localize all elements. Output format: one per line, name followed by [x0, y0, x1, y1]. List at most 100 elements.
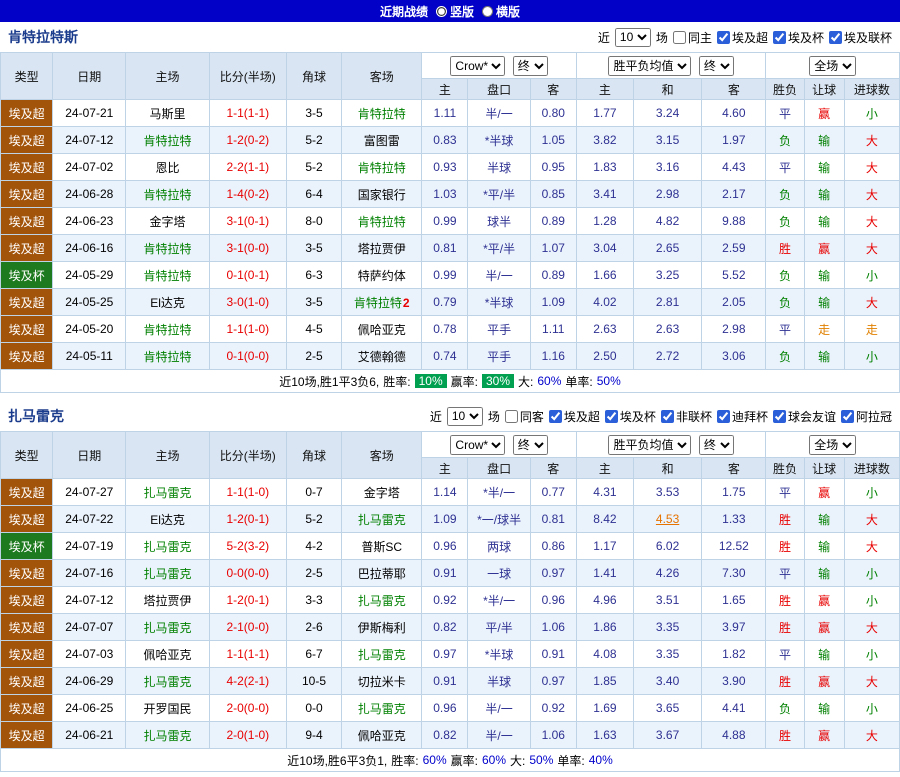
away-team[interactable]: 肯特拉特	[341, 99, 423, 127]
scope-select[interactable]: 全场	[809, 55, 857, 76]
near-label: 近	[429, 409, 442, 424]
odds-home: 0.91	[421, 667, 469, 695]
away-team[interactable]: 佩哈亚克	[341, 315, 423, 343]
odds-source-select[interactable]: Crow*	[450, 434, 506, 455]
home-team[interactable]: 扎马雷克	[125, 613, 210, 641]
home-team[interactable]: 扎马雷克	[125, 478, 210, 506]
home-team[interactable]: 扎马雷克	[125, 721, 210, 749]
odds-away: 1.06	[529, 721, 577, 749]
goals-result: 大	[843, 532, 900, 560]
odds-away: 0.95	[529, 153, 577, 181]
league-checkbox[interactable]	[772, 30, 786, 44]
layout-option-horizontal[interactable]: 横版	[482, 3, 520, 20]
away-team[interactable]: 普斯SC	[341, 532, 423, 560]
avg-source-select[interactable]: 胜平负均值	[608, 434, 692, 455]
match-count-select[interactable]: 10	[614, 27, 651, 47]
same-venue-filter[interactable]: 同主	[672, 29, 712, 46]
odds-home: 0.82	[421, 613, 469, 641]
league-filter[interactable]: 非联杯	[660, 408, 712, 425]
home-team[interactable]: 肯特拉特	[125, 315, 210, 343]
result: 负	[765, 180, 805, 208]
same-venue-checkbox[interactable]	[504, 409, 518, 423]
avg-time-select[interactable]: 终	[698, 434, 734, 455]
layout-option-vertical[interactable]: 竖版	[435, 3, 474, 20]
corner: 0-7	[285, 478, 343, 506]
league-checkbox[interactable]	[772, 409, 786, 423]
odds-time-select[interactable]: 终	[512, 434, 548, 455]
avg-draw: 2.65	[632, 234, 703, 262]
vertical-radio[interactable]	[435, 5, 447, 17]
home-team[interactable]: 肯特拉特	[125, 342, 210, 370]
league-checkbox[interactable]	[716, 30, 730, 44]
avg-time-select[interactable]: 终	[698, 55, 734, 76]
score: 1-1(1-0)	[208, 478, 287, 506]
away-team[interactable]: 佩哈亚克	[341, 721, 423, 749]
odds-time-select[interactable]: 终	[512, 55, 548, 76]
league-filter[interactable]: 埃及杯	[772, 29, 824, 46]
home-team[interactable]: 扎马雷克	[125, 559, 210, 587]
away-team[interactable]: 艾德翰德	[341, 342, 423, 370]
big-rate-value: 60%	[537, 374, 562, 388]
league-checkbox[interactable]	[716, 409, 730, 423]
away-team[interactable]: 肯特拉特	[341, 153, 423, 181]
away-team[interactable]: 金字塔	[341, 478, 423, 506]
league-checkbox[interactable]	[828, 30, 842, 44]
home-team[interactable]: 马斯里	[125, 99, 210, 127]
odds-away: 1.07	[529, 234, 577, 262]
league-filter[interactable]: 球会友谊	[772, 408, 836, 425]
away-team[interactable]: 肯特拉特2	[341, 288, 423, 316]
away-team[interactable]: 扎马雷克	[341, 640, 423, 668]
avg-away: 5.52	[701, 261, 767, 289]
away-team[interactable]: 伊斯梅利	[341, 613, 423, 641]
home-team[interactable]: 塔拉贾伊	[125, 586, 210, 614]
away-team[interactable]: 肯特拉特	[341, 207, 423, 235]
league-filter[interactable]: 埃及联杯	[828, 29, 892, 46]
home-team[interactable]: 扎马雷克	[125, 667, 210, 695]
scope-select[interactable]: 全场	[809, 434, 857, 455]
match-count-select[interactable]: 10	[446, 406, 483, 426]
home-team[interactable]: 肯特拉特	[125, 126, 210, 154]
team2-filters: 近 10 场 同客 埃及超 埃及杯 非联杯 迪拜杯 球会友谊 阿拉冠	[429, 406, 892, 426]
league-checkbox[interactable]	[604, 409, 618, 423]
avg-source-select[interactable]: 胜平负均值	[608, 55, 692, 76]
goals-result: 小	[843, 694, 900, 722]
same-venue-filter[interactable]: 同客	[504, 408, 544, 425]
odds-handicap: 平手	[467, 315, 531, 343]
away-team[interactable]: 扎马雷克	[341, 694, 423, 722]
horizontal-radio[interactable]	[482, 5, 493, 17]
league-checkbox-label: 埃及杯	[787, 30, 824, 45]
away-team[interactable]: 特萨约体	[341, 261, 423, 289]
odds-home: 0.83	[421, 126, 469, 154]
same-venue-checkbox[interactable]	[672, 30, 686, 44]
league-filter[interactable]: 迪拜杯	[716, 408, 768, 425]
away-team[interactable]: 扎马雷克	[341, 586, 423, 614]
home-team[interactable]: 肯特拉特	[125, 261, 210, 289]
avg-away: 3.97	[701, 613, 767, 641]
home-team[interactable]: 扎马雷克	[125, 532, 210, 560]
match-row: 埃及超 24-06-16 肯特拉特 3-1(0-0) 3-5 塔拉贾伊 0.81 *平/半 1.…	[0, 234, 900, 262]
home-team[interactable]: 肯特拉特	[125, 234, 210, 262]
home-team[interactable]: 恩比	[125, 153, 210, 181]
away-team[interactable]: 扎马雷克	[341, 505, 423, 533]
league-checkbox[interactable]	[660, 409, 674, 423]
away-team[interactable]: 国家银行	[341, 180, 423, 208]
home-team[interactable]: 肯特拉特	[125, 180, 210, 208]
odds-source-select[interactable]: Crow*	[450, 55, 506, 76]
score: 1-2(0-1)	[208, 586, 287, 614]
home-team[interactable]: 金字塔	[125, 207, 210, 235]
league-checkbox[interactable]	[548, 409, 562, 423]
league-filter[interactable]: 埃及超	[716, 29, 768, 46]
home-team[interactable]: 开罗国民	[125, 694, 210, 722]
league-filter[interactable]: 埃及杯	[604, 408, 656, 425]
league-checkbox[interactable]	[840, 409, 854, 423]
home-team[interactable]: El达克	[125, 288, 210, 316]
league-filter[interactable]: 阿拉冠	[840, 408, 892, 425]
away-team[interactable]: 切拉米卡	[341, 667, 423, 695]
league-filter[interactable]: 埃及超	[548, 408, 600, 425]
home-team[interactable]: 佩哈亚克	[125, 640, 210, 668]
away-team[interactable]: 巴拉蒂耶	[341, 559, 423, 587]
home-team[interactable]: El达克	[125, 505, 210, 533]
away-team[interactable]: 富图雷	[341, 126, 423, 154]
away-team[interactable]: 塔拉贾伊	[341, 234, 423, 262]
avg-away: 7.30	[701, 559, 767, 587]
